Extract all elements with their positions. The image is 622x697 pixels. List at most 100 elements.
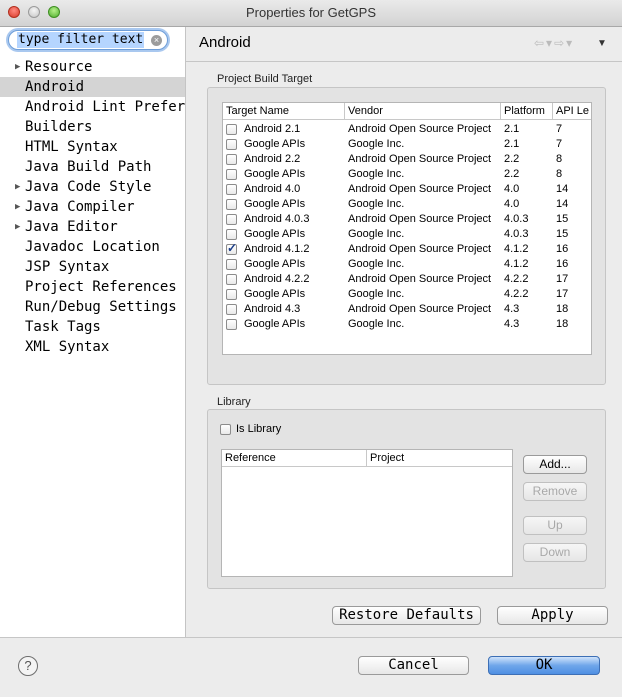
table-row[interactable]: Google APIs Google Inc. 2.2 8	[223, 167, 591, 182]
cell-platform: 2.2	[504, 153, 520, 165]
tree-item[interactable]: XML Syntax	[0, 337, 185, 357]
table-row[interactable]: Android 4.1.2 Android Open Source Project…	[223, 241, 591, 257]
table-row[interactable]: Android 2.2 Android Open Source Project 2.…	[223, 152, 591, 167]
target-checkbox[interactable]	[226, 184, 237, 195]
cell-vendor: Android Open Source Project	[348, 123, 492, 135]
cell-name: Google APIs	[244, 288, 306, 300]
col-project[interactable]: Project	[367, 450, 512, 466]
tree-item[interactable]: Android Lint Prefer	[0, 97, 185, 117]
expand-arrow-icon[interactable]: ▶	[15, 57, 20, 77]
col-vendor[interactable]: Vendor	[345, 103, 501, 119]
table-row[interactable]: Android 4.0.3 Android Open Source Project…	[223, 212, 591, 227]
target-checkbox[interactable]	[226, 124, 237, 135]
is-library-label: Is Library	[236, 423, 282, 435]
target-checkbox[interactable]	[226, 169, 237, 180]
cell-name: Google APIs	[244, 228, 306, 240]
tree-item-label: JSP Syntax	[25, 259, 110, 275]
cell-vendor: Google Inc.	[348, 258, 405, 270]
filter-input[interactable]: type filter text ×	[8, 30, 168, 50]
expand-arrow-icon[interactable]: ▶	[15, 177, 20, 197]
cell-vendor: Google Inc.	[348, 138, 405, 150]
tree-item-label: Resource	[25, 59, 93, 75]
cell-vendor: Android Open Source Project	[348, 243, 492, 255]
table-row[interactable]: Google APIs Google Inc. 4.3 18	[223, 317, 591, 332]
footer-divider	[0, 637, 622, 638]
col-platform[interactable]: Platform	[501, 103, 553, 119]
target-checkbox[interactable]	[226, 199, 237, 210]
tree-item[interactable]: Builders	[0, 117, 185, 137]
cell-vendor: Android Open Source Project	[348, 273, 492, 285]
cell-platform: 2.1	[504, 138, 520, 150]
move-down-button[interactable]: Down	[523, 543, 587, 562]
is-library-checkbox[interactable]	[220, 424, 231, 435]
expand-arrow-icon[interactable]: ▶	[15, 217, 20, 237]
tree-item[interactable]: Android	[0, 77, 185, 97]
table-row[interactable]: Google APIs Google Inc. 4.1.2 16	[223, 257, 591, 272]
table-row[interactable]: Google APIs Google Inc. 4.0.3 15	[223, 227, 591, 242]
tree-item[interactable]: ▶ Java Code Style	[0, 177, 185, 197]
view-menu-icon[interactable]: ▼	[597, 38, 607, 49]
tree-item[interactable]: JSP Syntax	[0, 257, 185, 277]
window-title: Properties for GetGPS	[245, 5, 377, 20]
cell-vendor: Google Inc.	[348, 198, 405, 210]
cell-api: 16	[556, 258, 569, 270]
ok-button[interactable]: OK	[488, 656, 600, 675]
table-row[interactable]: Android 4.3 Android Open Source Project 4.…	[223, 302, 591, 317]
restore-defaults-button[interactable]: Restore Defaults	[332, 606, 481, 625]
target-checkbox[interactable]	[226, 139, 237, 150]
library-label: Library	[217, 396, 251, 408]
cell-name: Android 2.2	[244, 153, 301, 165]
cell-platform: 4.0	[504, 183, 520, 195]
col-api-level[interactable]: API Le	[553, 103, 591, 119]
tree-item[interactable]: Project References	[0, 277, 185, 297]
tree-item[interactable]: ▶ Resource	[0, 57, 185, 77]
tree-item[interactable]: HTML Syntax	[0, 137, 185, 157]
help-icon[interactable]: ?	[18, 656, 38, 676]
cell-api: 14	[556, 183, 569, 195]
expand-arrow-icon[interactable]: ▶	[15, 197, 20, 217]
col-target-name[interactable]: Target Name	[223, 103, 345, 119]
target-checkbox[interactable]	[226, 229, 237, 240]
cell-name: Android 4.1.2	[244, 243, 310, 255]
table-row[interactable]: Google APIs Google Inc. 2.1 7	[223, 137, 591, 152]
add-library-button[interactable]: Add...	[523, 455, 587, 474]
filter-text[interactable]: type filter text	[17, 32, 145, 48]
tree-item[interactable]: Java Build Path	[0, 157, 185, 177]
target-checkbox[interactable]	[226, 241, 237, 256]
table-row[interactable]: Google APIs Google Inc. 4.2.2 17	[223, 287, 591, 302]
tree-item[interactable]: Task Tags	[0, 317, 185, 337]
col-reference[interactable]: Reference	[222, 450, 367, 466]
tree-item[interactable]: ▶ Java Compiler	[0, 197, 185, 217]
cancel-button[interactable]: Cancel	[358, 656, 469, 675]
build-target-table: Target Name Vendor Platform API Le Andro…	[222, 102, 592, 355]
target-checkbox[interactable]	[226, 154, 237, 165]
table-row[interactable]: Android 4.0 Android Open Source Project 4.…	[223, 182, 591, 197]
target-checkbox[interactable]	[226, 319, 237, 330]
tree-item-label: Java Code Style	[25, 179, 152, 195]
target-checkbox[interactable]	[226, 259, 237, 270]
apply-button[interactable]: Apply	[497, 606, 608, 625]
cell-platform: 4.3	[504, 303, 520, 315]
tree-item[interactable]: ▶ Java Editor	[0, 217, 185, 237]
preference-tree-pane: type filter text × ▶ Resource Android Andro…	[0, 27, 186, 637]
library-table: Reference Project	[221, 449, 513, 577]
tree-item[interactable]: Javadoc Location	[0, 237, 185, 257]
table-row[interactable]: Android 4.2.2 Android Open Source Project…	[223, 272, 591, 287]
tree-item-label: Builders	[25, 119, 93, 135]
remove-library-button[interactable]: Remove	[523, 482, 587, 501]
table-row[interactable]: Google APIs Google Inc. 4.0 14	[223, 197, 591, 212]
target-checkbox[interactable]	[226, 214, 237, 225]
back-forward-icon[interactable]: ⇦▾⇨▾	[534, 36, 574, 50]
tree-item[interactable]: Run/Debug Settings	[0, 297, 185, 317]
target-checkbox[interactable]	[226, 289, 237, 300]
target-checkbox[interactable]	[226, 304, 237, 315]
table-row[interactable]: Android 2.1 Android Open Source Project 2.…	[223, 122, 591, 137]
move-up-button[interactable]: Up	[523, 516, 587, 535]
title-bar: Properties for GetGPS	[0, 0, 622, 27]
cell-api: 14	[556, 198, 569, 210]
cell-vendor: Google Inc.	[348, 168, 405, 180]
target-checkbox[interactable]	[226, 274, 237, 285]
cell-name: Google APIs	[244, 168, 306, 180]
clear-filter-icon[interactable]: ×	[151, 35, 162, 46]
cell-vendor: Android Open Source Project	[348, 303, 492, 315]
